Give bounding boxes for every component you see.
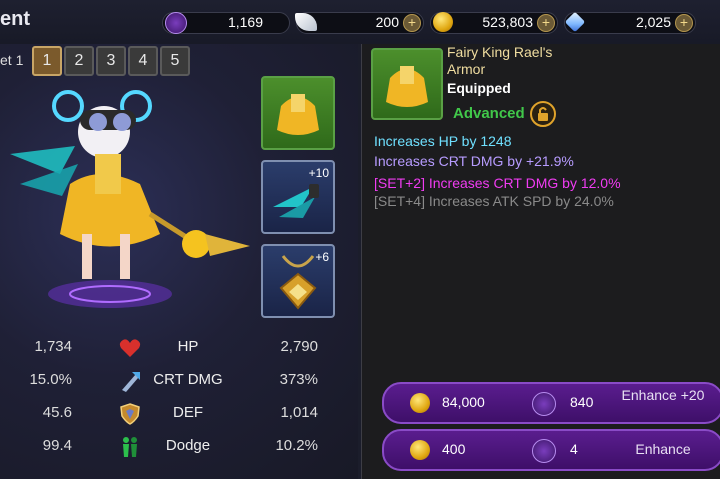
armor-token-icon bbox=[165, 12, 187, 34]
lock-icon[interactable] bbox=[530, 101, 556, 127]
set-1-button[interactable]: 1 bbox=[32, 46, 62, 76]
equipped-status: Equipped bbox=[447, 80, 511, 96]
armor-token-icon bbox=[532, 392, 556, 416]
armor-token-value: 1,169 bbox=[227, 14, 263, 30]
stat-row-hp: 1,734 HP 2,790 bbox=[0, 331, 358, 364]
enhance-plus-20-button[interactable]: 84,000 840 Enhance +20 bbox=[382, 382, 720, 424]
effect-hp: Increases HP by 1248 bbox=[374, 133, 512, 149]
feather-value: 200 bbox=[375, 14, 399, 30]
stat-row-def: 45.6 DEF 1,014 bbox=[0, 397, 358, 430]
dodge-icon bbox=[123, 437, 137, 457]
gold-counter: 523,803 + bbox=[430, 12, 558, 34]
diamond-icon bbox=[564, 11, 586, 33]
set-4-button[interactable]: 4 bbox=[128, 46, 158, 76]
enhance-button[interactable]: 400 4 Enhance bbox=[382, 429, 720, 471]
gold-coin-icon bbox=[410, 393, 430, 413]
set-bonus-4: [SET+4] Increases ATK SPD by 24.0% bbox=[374, 193, 614, 209]
shield-icon bbox=[120, 403, 140, 425]
wings-level: +10 bbox=[308, 166, 329, 180]
set-label: et 1 bbox=[0, 52, 24, 68]
item-armor-icon bbox=[371, 48, 443, 120]
diamond-value: 2,025 bbox=[635, 14, 671, 30]
set-bonus-2: [SET+2] Increases CRT DMG by 12.0% bbox=[374, 175, 621, 191]
feather-icon bbox=[295, 13, 317, 31]
add-gold-button[interactable]: + bbox=[537, 14, 555, 32]
wings-slot[interactable]: +10 bbox=[261, 160, 335, 234]
gold-value: 523,803 bbox=[482, 14, 533, 30]
crit-damage-icon bbox=[122, 372, 140, 392]
set-2-button[interactable]: 2 bbox=[64, 46, 94, 76]
diamond-counter: 2,025 + bbox=[564, 11, 696, 34]
gold-coin-icon bbox=[433, 12, 453, 32]
feather-counter: 200 + bbox=[295, 12, 424, 34]
item-name: Fairy King Rael's Armor bbox=[447, 44, 553, 77]
item-grade: Advanced bbox=[453, 105, 525, 122]
stat-row-dodge: 99.4 Dodge 10.2% bbox=[0, 430, 358, 463]
gold-coin-icon bbox=[410, 440, 430, 460]
heart-icon bbox=[119, 339, 141, 357]
necklace-level: +6 bbox=[315, 250, 329, 264]
stat-row-crt-dmg: 15.0% CRT DMG 373% bbox=[0, 364, 358, 397]
set-3-button[interactable]: 3 bbox=[96, 46, 126, 76]
armor-icon bbox=[277, 94, 319, 135]
add-diamond-button[interactable]: + bbox=[675, 14, 693, 32]
armor-token-icon bbox=[532, 439, 556, 463]
armor-token-counter: 1,169 bbox=[162, 12, 290, 34]
set-5-button[interactable]: 5 bbox=[160, 46, 190, 76]
armor-slot[interactable] bbox=[261, 76, 335, 150]
character-portrait bbox=[10, 90, 250, 308]
add-feather-button[interactable]: + bbox=[403, 14, 421, 32]
effect-crt-dmg: Increases CRT DMG by +21.9% bbox=[374, 153, 574, 169]
page-title: ent bbox=[0, 8, 30, 30]
necklace-slot[interactable]: +6 bbox=[261, 244, 335, 318]
